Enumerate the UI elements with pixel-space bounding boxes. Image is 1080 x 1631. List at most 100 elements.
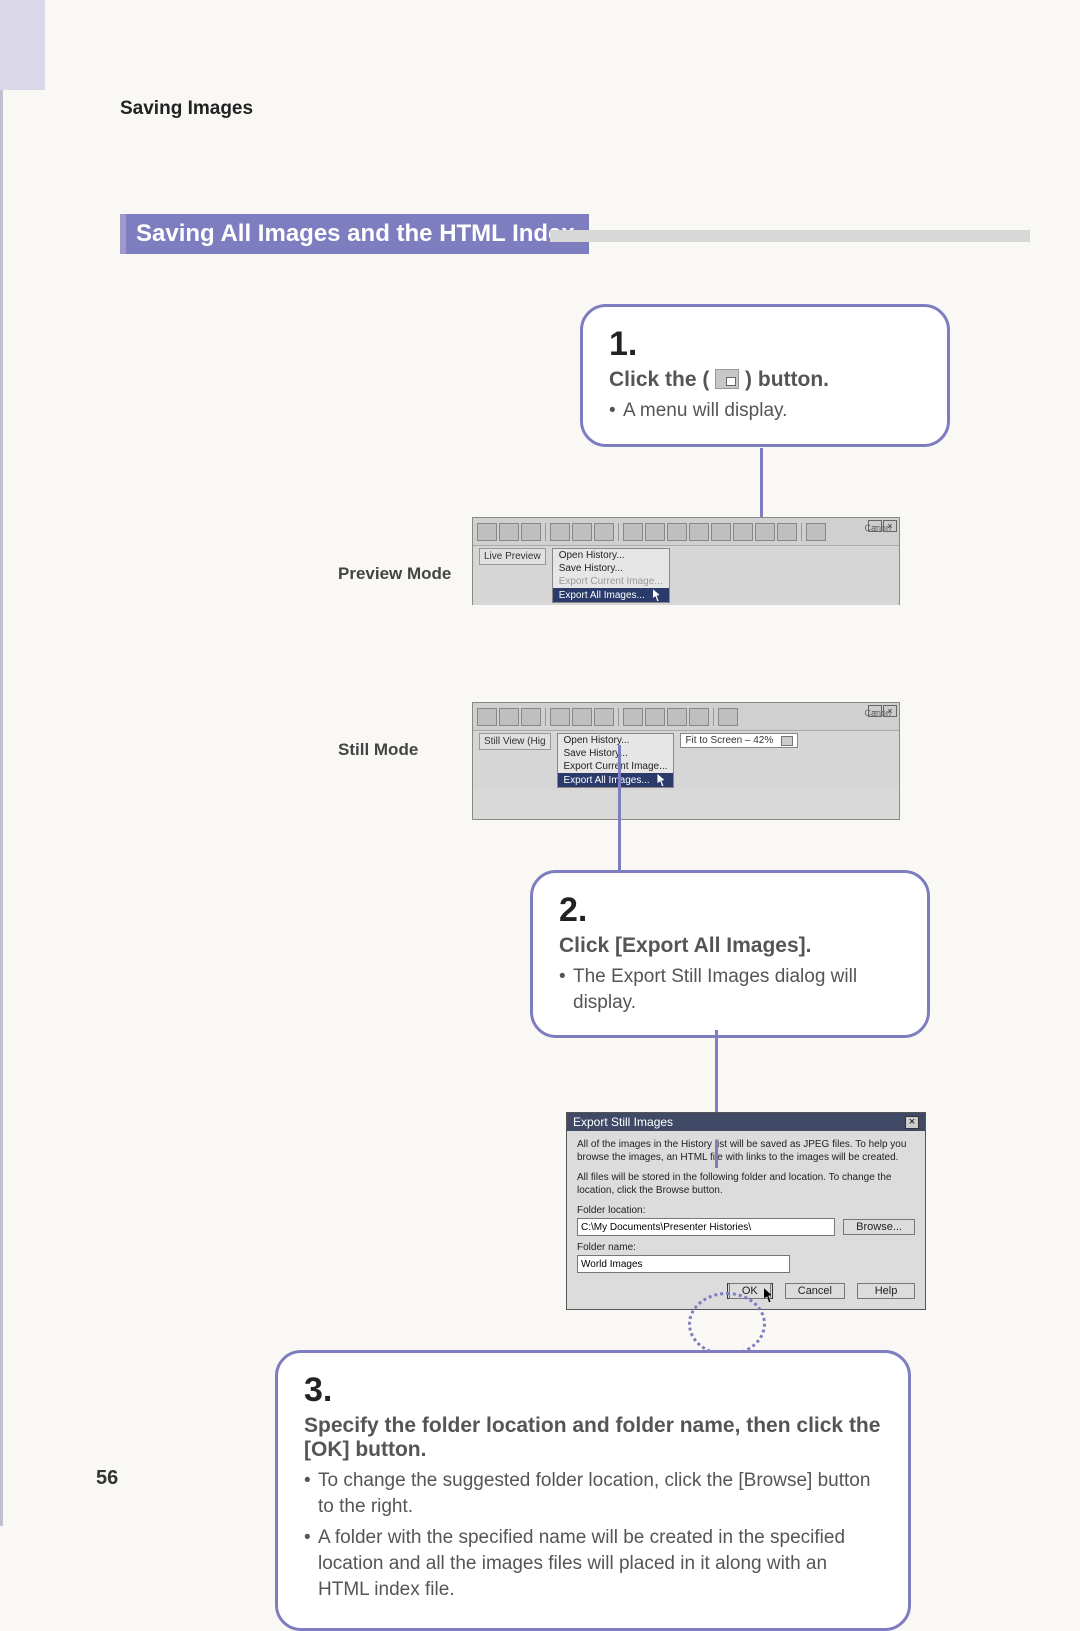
toolbar-icon[interactable] <box>645 523 665 541</box>
section-title-stripe <box>550 230 1030 242</box>
page-number: 56 <box>96 1467 118 1490</box>
toolbar-icon[interactable] <box>689 708 709 726</box>
dialog-titlebar: Export Still Images × <box>567 1113 925 1131</box>
still-mode-label: Still Mode <box>338 740 418 760</box>
toolbar-icon[interactable] <box>667 523 687 541</box>
folder-location-label: Folder location: <box>577 1205 915 1216</box>
brand-label: Canon <box>864 524 891 534</box>
separator <box>545 708 546 726</box>
toolbar-icon[interactable] <box>572 523 592 541</box>
corner-decoration <box>0 0 45 90</box>
step-1-number: 1. <box>609 325 921 364</box>
toolbar-icon[interactable] <box>477 523 497 541</box>
menu-export-all[interactable]: Export All Images... <box>553 588 669 602</box>
connector-1 <box>760 448 763 518</box>
menu-open-history[interactable]: Open History... <box>553 549 669 562</box>
toolbar-icon[interactable] <box>550 708 570 726</box>
separator <box>618 708 619 726</box>
separator <box>713 708 714 726</box>
browse-button[interactable]: Browse... <box>843 1219 915 1235</box>
step-3-bullet-1: To change the suggested folder location,… <box>304 1468 882 1519</box>
toolbar-icon[interactable] <box>623 523 643 541</box>
menu-export-all[interactable]: Export All Images... <box>558 773 674 787</box>
zoom-selector[interactable]: Fit to Screen – 42% <box>680 733 798 748</box>
toolbar-icon[interactable] <box>667 708 687 726</box>
separator <box>545 523 546 541</box>
help-icon[interactable] <box>718 708 738 726</box>
cancel-button[interactable]: Cancel <box>785 1283 845 1299</box>
dialog-title: Export Still Images <box>573 1115 673 1129</box>
brand-label: Canon <box>864 709 891 719</box>
live-preview-button[interactable]: Live Preview <box>479 548 546 565</box>
toolbar-icon[interactable] <box>499 708 519 726</box>
dialog-body: All of the images in the History list wi… <box>567 1131 925 1309</box>
toolbar-row2: Live Preview Open History... Save Histor… <box>473 546 899 605</box>
section-title-band: Saving All Images and the HTML Index <box>120 214 1030 258</box>
menu-save-history[interactable]: Save History... <box>553 562 669 575</box>
folder-location-input[interactable] <box>577 1218 835 1236</box>
still-view-button[interactable]: Still View (Hig <box>479 733 551 750</box>
preview-mode-label: Preview Mode <box>338 564 451 584</box>
page: Saving Images Saving All Images and the … <box>0 0 1080 1526</box>
menu-export-current[interactable]: Export Current Image... <box>558 760 674 773</box>
toolbar-icon[interactable] <box>477 708 497 726</box>
toolbar-icon[interactable] <box>521 708 541 726</box>
dialog-para2: All files will be stored in the followin… <box>577 1172 915 1197</box>
toolbar-icon[interactable] <box>499 523 519 541</box>
toolbar-icon[interactable] <box>550 523 570 541</box>
toolbar-icon[interactable] <box>645 708 665 726</box>
section-header: Saving Images <box>120 98 253 120</box>
help-icon[interactable] <box>806 523 826 541</box>
toolbar-icon[interactable] <box>594 708 614 726</box>
toolbar-icon[interactable] <box>711 523 731 541</box>
ok-button-wrap: OK <box>727 1283 773 1299</box>
export-still-images-dialog: Export Still Images × All of the images … <box>566 1112 926 1310</box>
menu-save-history[interactable]: Save History... <box>558 747 674 760</box>
separator <box>618 523 619 541</box>
toolbar-icon[interactable] <box>594 523 614 541</box>
save-menu: Open History... Save History... Export C… <box>557 733 675 788</box>
step-1-bullet: A menu will display. <box>609 398 921 424</box>
help-button[interactable]: Help <box>857 1283 915 1299</box>
page-edge <box>0 0 3 1526</box>
toolbar-icon[interactable] <box>733 523 753 541</box>
step-3-number: 3. <box>304 1371 882 1410</box>
step-2-bullet: The Export Still Images dialog will disp… <box>559 964 901 1015</box>
toolbar-row: – × Canon <box>473 703 899 731</box>
toolbar-icon[interactable] <box>777 523 797 541</box>
step-1-callout: 1. Click the ( ) button. A menu will dis… <box>580 304 950 447</box>
toolbar-row: – × Canon <box>473 518 899 546</box>
step-2-number: 2. <box>559 891 901 930</box>
step-3-bullet-2: A folder with the specified name will be… <box>304 1525 882 1602</box>
cursor-icon <box>653 589 663 601</box>
dialog-close-button[interactable]: × <box>905 1116 919 1129</box>
step-2-callout: 2. Click [Export All Images]. The Export… <box>530 870 930 1038</box>
toolbar-icon[interactable] <box>689 523 709 541</box>
step-1-title-pre: Click the ( <box>609 368 715 391</box>
save-menu: Open History... Save History... Export C… <box>552 548 670 603</box>
toolbar-icon[interactable] <box>623 708 643 726</box>
step-3-callout: 3. Specify the folder location and folde… <box>275 1350 911 1631</box>
step-2-title: Click [Export All Images]. <box>559 934 901 958</box>
cursor-icon <box>657 774 667 786</box>
separator <box>801 523 802 541</box>
folder-name-row <box>577 1255 915 1273</box>
folder-name-input[interactable] <box>577 1255 790 1273</box>
dialog-button-row: OK Cancel Help <box>577 1283 915 1299</box>
step-1-title: Click the ( ) button. <box>609 368 921 392</box>
zoom-label: Fit to Screen – 42% <box>685 735 773 746</box>
menu-export-current: Export Current Image... <box>553 575 669 588</box>
toolbar-icon[interactable] <box>755 523 775 541</box>
folder-location-row: Browse... <box>577 1218 915 1236</box>
connector-2a <box>618 745 621 873</box>
step-3-title: Specify the folder location and folder n… <box>304 1414 882 1462</box>
menu-open-history[interactable]: Open History... <box>558 734 674 747</box>
still-toolbar-screenshot: – × Canon Still View (Hig Open History..… <box>472 702 900 820</box>
toolbar-icon[interactable] <box>572 708 592 726</box>
step-1-title-post: ) button. <box>745 368 829 391</box>
toolbar-icon[interactable] <box>521 523 541 541</box>
menu-export-all-label: Export All Images... <box>559 590 645 601</box>
preview-toolbar-screenshot: – × Canon Live Preview <box>472 517 900 605</box>
section-title: Saving All Images and the HTML Index <box>120 214 589 254</box>
save-dropdown-icon <box>715 369 739 389</box>
